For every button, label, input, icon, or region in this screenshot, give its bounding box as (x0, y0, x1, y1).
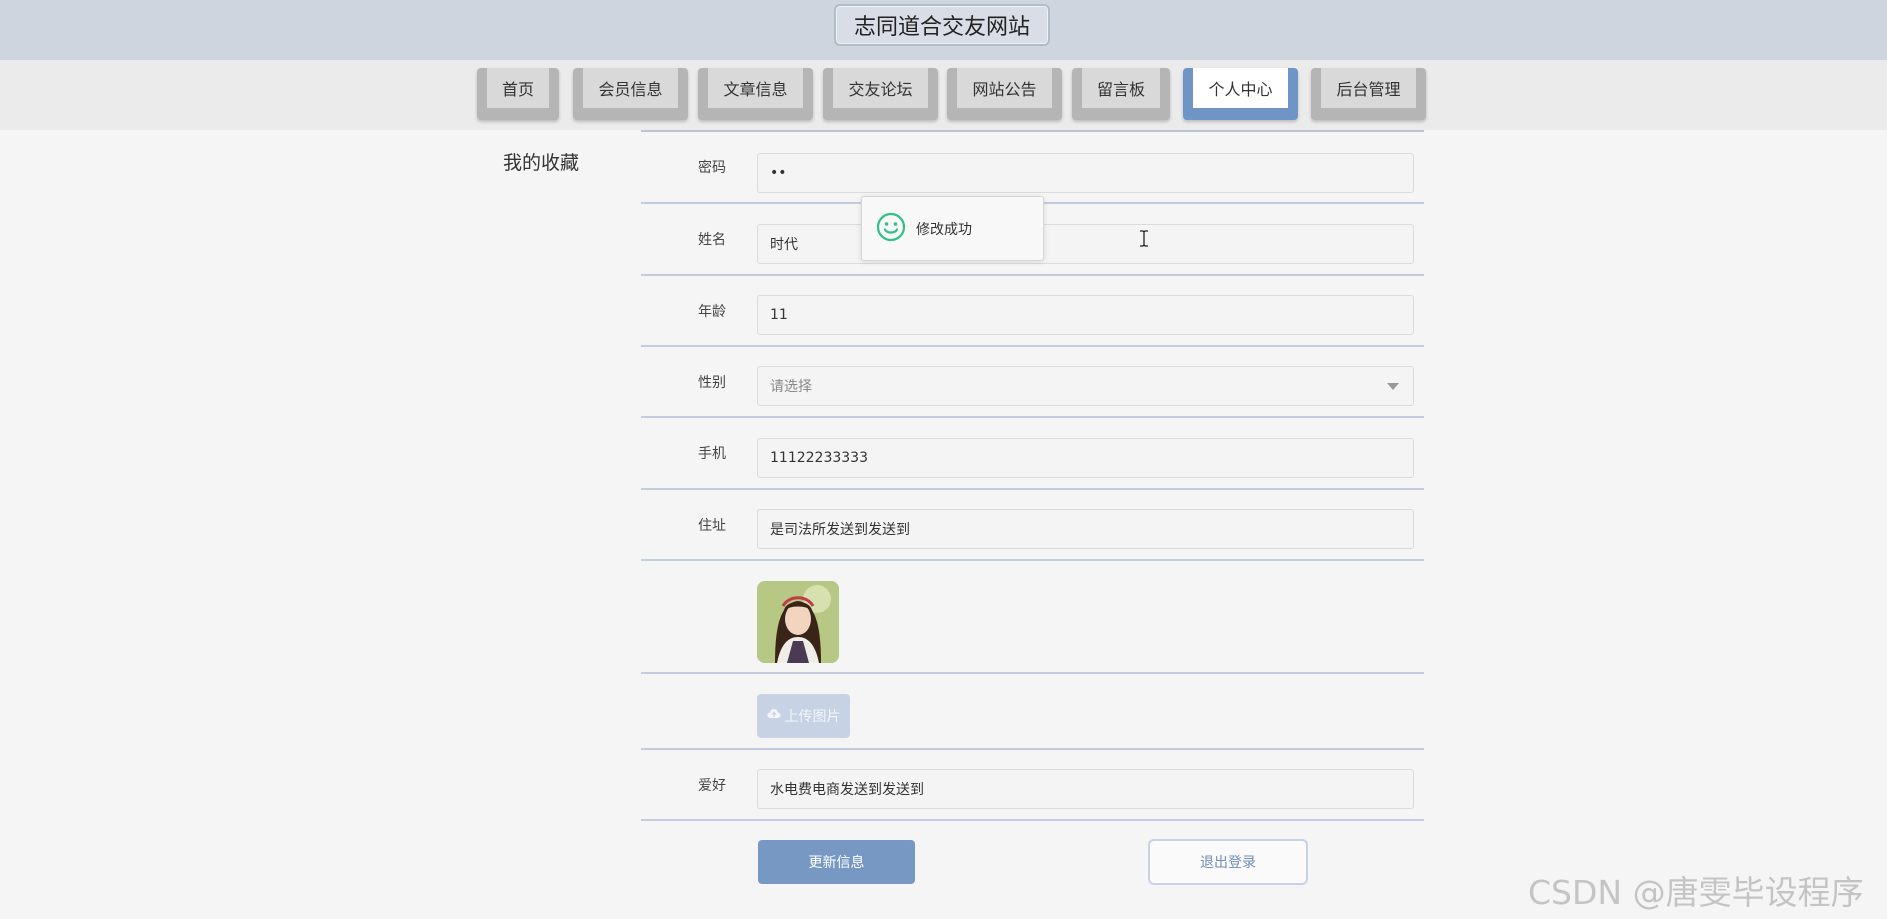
gender-label: 性别 (698, 374, 726, 391)
page: 志同道合交友网站 首页 会员信息 文章信息 交友论坛 网站公告 留言板 个人中心… (0, 0, 1887, 919)
nav-item-articles[interactable]: 文章信息 (698, 68, 813, 120)
upload-image-label: 上传图片 (784, 709, 841, 725)
address-input[interactable]: 是司法所发送到发送到 (757, 509, 1414, 549)
smile-icon (876, 212, 906, 246)
site-title: 志同道合交友网站 (834, 4, 1050, 46)
nav-item-label: 后台管理 (1321, 68, 1416, 108)
hobby-label: 爱好 (698, 777, 726, 794)
hobby-input[interactable]: 水电费电商发送到发送到 (757, 769, 1414, 809)
phone-input[interactable]: 11122233333 (757, 438, 1414, 478)
text-cursor-icon (1139, 230, 1149, 251)
gender-select-placeholder: 请选择 (770, 379, 812, 395)
nav-item-message-board[interactable]: 留言板 (1072, 68, 1170, 120)
avatar-image (757, 581, 839, 663)
nav-item-label: 文章信息 (708, 68, 803, 108)
age-label: 年龄 (698, 303, 726, 320)
form-row-phone: 手机 11122233333 (641, 418, 1424, 490)
form-row-age: 年龄 11 (641, 276, 1424, 347)
watermark: CSDN @唐雯毕设程序 (1528, 873, 1864, 912)
name-label: 姓名 (698, 232, 726, 248)
gender-select[interactable]: 请选择 (757, 366, 1414, 406)
password-label: 密码 (698, 160, 726, 176)
nav-item-label: 个人中心 (1193, 68, 1288, 108)
update-info-button[interactable]: 更新信息 (758, 840, 915, 884)
main-nav: 首页 会员信息 文章信息 交友论坛 网站公告 留言板 个人中心 后台管理 (0, 60, 1887, 130)
form-row-gender: 性别 请选择 (641, 347, 1424, 418)
password-input[interactable]: •• (757, 153, 1414, 193)
nav-item-forum[interactable]: 交友论坛 (823, 68, 938, 120)
nav-item-announcements[interactable]: 网站公告 (947, 68, 1062, 120)
chevron-down-icon (1387, 383, 1399, 390)
nav-item-personal-center[interactable]: 个人中心 (1183, 68, 1298, 120)
toast-message: 修改成功 (916, 221, 972, 238)
form-row-hobby: 爱好 水电费电商发送到发送到 (641, 750, 1424, 821)
success-toast: 修改成功 (861, 196, 1044, 261)
nav-item-label: 首页 (487, 68, 549, 108)
form-row-avatar (641, 561, 1424, 674)
form-row-address: 住址 是司法所发送到发送到 (641, 490, 1424, 561)
phone-label: 手机 (698, 446, 726, 462)
nav-item-label: 网站公告 (957, 68, 1052, 108)
form-row-password: 密码 •• (641, 132, 1424, 204)
name-input[interactable]: 时代 (757, 224, 1414, 264)
cloud-upload-icon (767, 708, 781, 724)
nav-item-admin[interactable]: 后台管理 (1311, 68, 1426, 120)
site-header: 志同道合交友网站 (0, 0, 1887, 60)
age-input[interactable]: 11 (757, 295, 1414, 335)
upload-image-button[interactable]: 上传图片 (757, 694, 850, 738)
form-row-upload: 上传图片 (641, 674, 1424, 750)
nav-item-members[interactable]: 会员信息 (573, 68, 688, 120)
avatar (757, 581, 839, 663)
logout-button[interactable]: 退出登录 (1148, 839, 1308, 885)
address-label: 住址 (698, 517, 726, 534)
sidebar-item-favorites[interactable]: 我的收藏 (503, 148, 579, 175)
nav-item-label: 留言板 (1082, 68, 1160, 108)
nav-item-home[interactable]: 首页 (477, 68, 559, 120)
nav-item-label: 会员信息 (583, 68, 678, 108)
nav-item-label: 交友论坛 (833, 68, 928, 108)
